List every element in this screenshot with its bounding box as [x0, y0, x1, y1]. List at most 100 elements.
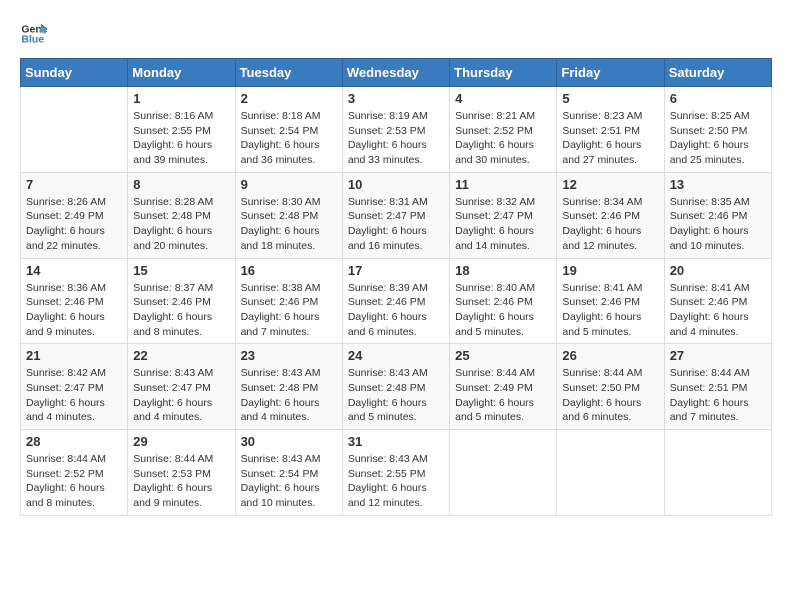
calendar-cell: 17 Sunrise: 8:39 AMSunset: 2:46 PMDayligh… — [342, 258, 449, 344]
day-of-week-wednesday: Wednesday — [342, 59, 449, 87]
day-info: Sunrise: 8:35 AMSunset: 2:46 PMDaylight:… — [670, 195, 766, 254]
calendar-week-row: 28Sunrise: 8:44 AMSunset: 2:52 PMDayligh… — [21, 430, 772, 516]
day-number: 25 — [455, 348, 551, 363]
day-info: Sunrise: 8:43 AMSunset: 2:48 PMDaylight:… — [348, 366, 444, 425]
day-number: 8 — [133, 177, 229, 192]
day-number: 18 — [455, 263, 551, 278]
day-info: Sunrise: 8:31 AMSunset: 2:47 PMDaylight:… — [348, 195, 444, 254]
day-info: Sunrise: 8:43 AMSunset: 2:47 PMDaylight:… — [133, 366, 229, 425]
day-info: Sunrise: 8:21 AMSunset: 2:52 PMDaylight:… — [455, 109, 551, 168]
day-number: 10 — [348, 177, 444, 192]
day-number: 1 — [133, 91, 229, 106]
day-info: Sunrise: 8:23 AMSunset: 2:51 PMDaylight:… — [562, 109, 658, 168]
day-info: Sunrise: 8:16 AMSunset: 2:55 PMDaylight:… — [133, 109, 229, 168]
calendar-cell: 14Sunrise: 8:36 AMSunset: 2:46 PMDayligh… — [21, 258, 128, 344]
day-info: Sunrise: 8:18 AMSunset: 2:54 PMDaylight:… — [241, 109, 337, 168]
calendar-table: SundayMondayTuesdayWednesdayThursdayFrid… — [20, 58, 772, 516]
day-info: Sunrise: 8:44 AMSunset: 2:50 PMDaylight:… — [562, 366, 658, 425]
day-number: 26 — [562, 348, 658, 363]
page-header: General Blue — [20, 20, 772, 48]
day-number: 20 — [670, 263, 766, 278]
day-number: 14 — [26, 263, 122, 278]
calendar-cell — [557, 430, 664, 516]
calendar-cell: 13Sunrise: 8:35 AMSunset: 2:46 PMDayligh… — [664, 172, 771, 258]
calendar-cell: 7 Sunrise: 8:26 AMSunset: 2:49 PMDaylight… — [21, 172, 128, 258]
day-number: 29 — [133, 434, 229, 449]
day-number: 28 — [26, 434, 122, 449]
calendar-cell: 4 Sunrise: 8:21 AMSunset: 2:52 PMDaylight… — [450, 87, 557, 173]
calendar-week-row: 21 Sunrise: 8:42 AMSunset: 2:47 PMDayligh… — [21, 344, 772, 430]
day-number: 7 — [26, 177, 122, 192]
calendar-week-row: 7 Sunrise: 8:26 AMSunset: 2:49 PMDaylight… — [21, 172, 772, 258]
calendar-cell: 20 Sunrise: 8:41 AMSunset: 2:46 PMDayligh… — [664, 258, 771, 344]
day-of-week-thursday: Thursday — [450, 59, 557, 87]
calendar-cell: 16 Sunrise: 8:38 AMSunset: 2:46 PMDayligh… — [235, 258, 342, 344]
calendar-header-row: SundayMondayTuesdayWednesdayThursdayFrid… — [21, 59, 772, 87]
day-number: 11 — [455, 177, 551, 192]
day-of-week-saturday: Saturday — [664, 59, 771, 87]
day-info: Sunrise: 8:34 AMSunset: 2:46 PMDaylight:… — [562, 195, 658, 254]
calendar-cell: 8 Sunrise: 8:28 AMSunset: 2:48 PMDaylight… — [128, 172, 235, 258]
calendar-cell: 18Sunrise: 8:40 AMSunset: 2:46 PMDayligh… — [450, 258, 557, 344]
day-number: 15 — [133, 263, 229, 278]
day-info: Sunrise: 8:38 AMSunset: 2:46 PMDaylight:… — [241, 281, 337, 340]
day-number: 5 — [562, 91, 658, 106]
day-info: Sunrise: 8:44 AMSunset: 2:53 PMDaylight:… — [133, 452, 229, 511]
day-info: Sunrise: 8:43 AMSunset: 2:55 PMDaylight:… — [348, 452, 444, 511]
day-info: Sunrise: 8:28 AMSunset: 2:48 PMDaylight:… — [133, 195, 229, 254]
day-info: Sunrise: 8:25 AMSunset: 2:50 PMDaylight:… — [670, 109, 766, 168]
day-info: Sunrise: 8:44 AMSunset: 2:49 PMDaylight:… — [455, 366, 551, 425]
calendar-cell: 24Sunrise: 8:43 AMSunset: 2:48 PMDayligh… — [342, 344, 449, 430]
calendar-cell: 15 Sunrise: 8:37 AMSunset: 2:46 PMDayligh… — [128, 258, 235, 344]
calendar-cell: 28Sunrise: 8:44 AMSunset: 2:52 PMDayligh… — [21, 430, 128, 516]
day-number: 22 — [133, 348, 229, 363]
calendar-cell: 10 Sunrise: 8:31 AMSunset: 2:47 PMDayligh… — [342, 172, 449, 258]
calendar-cell — [664, 430, 771, 516]
day-info: Sunrise: 8:42 AMSunset: 2:47 PMDaylight:… — [26, 366, 122, 425]
calendar-cell: 2 Sunrise: 8:18 AMSunset: 2:54 PMDaylight… — [235, 87, 342, 173]
day-info: Sunrise: 8:37 AMSunset: 2:46 PMDaylight:… — [133, 281, 229, 340]
day-of-week-tuesday: Tuesday — [235, 59, 342, 87]
day-number: 27 — [670, 348, 766, 363]
day-number: 17 — [348, 263, 444, 278]
calendar-cell: 27 Sunrise: 8:44 AMSunset: 2:51 PMDayligh… — [664, 344, 771, 430]
logo-icon: General Blue — [20, 20, 48, 48]
day-info: Sunrise: 8:39 AMSunset: 2:46 PMDaylight:… — [348, 281, 444, 340]
day-info: Sunrise: 8:30 AMSunset: 2:48 PMDaylight:… — [241, 195, 337, 254]
day-of-week-sunday: Sunday — [21, 59, 128, 87]
day-number: 2 — [241, 91, 337, 106]
calendar-cell: 6 Sunrise: 8:25 AMSunset: 2:50 PMDaylight… — [664, 87, 771, 173]
calendar-cell: 11 Sunrise: 8:32 AMSunset: 2:47 PMDayligh… — [450, 172, 557, 258]
calendar-cell — [450, 430, 557, 516]
day-info: Sunrise: 8:26 AMSunset: 2:49 PMDaylight:… — [26, 195, 122, 254]
day-number: 21 — [26, 348, 122, 363]
calendar-cell: 29 Sunrise: 8:44 AMSunset: 2:53 PMDayligh… — [128, 430, 235, 516]
logo: General Blue — [20, 20, 48, 48]
day-number: 12 — [562, 177, 658, 192]
calendar-cell: 31 Sunrise: 8:43 AMSunset: 2:55 PMDayligh… — [342, 430, 449, 516]
day-number: 31 — [348, 434, 444, 449]
day-number: 6 — [670, 91, 766, 106]
calendar-cell — [21, 87, 128, 173]
calendar-cell: 12 Sunrise: 8:34 AMSunset: 2:46 PMDayligh… — [557, 172, 664, 258]
calendar-cell: 22 Sunrise: 8:43 AMSunset: 2:47 PMDayligh… — [128, 344, 235, 430]
calendar-cell: 9 Sunrise: 8:30 AMSunset: 2:48 PMDaylight… — [235, 172, 342, 258]
day-number: 16 — [241, 263, 337, 278]
calendar-cell: 21 Sunrise: 8:42 AMSunset: 2:47 PMDayligh… — [21, 344, 128, 430]
day-number: 9 — [241, 177, 337, 192]
day-of-week-monday: Monday — [128, 59, 235, 87]
day-number: 3 — [348, 91, 444, 106]
day-info: Sunrise: 8:43 AMSunset: 2:48 PMDaylight:… — [241, 366, 337, 425]
day-number: 19 — [562, 263, 658, 278]
calendar-cell: 26 Sunrise: 8:44 AMSunset: 2:50 PMDayligh… — [557, 344, 664, 430]
day-number: 4 — [455, 91, 551, 106]
calendar-week-row: 14Sunrise: 8:36 AMSunset: 2:46 PMDayligh… — [21, 258, 772, 344]
day-info: Sunrise: 8:44 AMSunset: 2:51 PMDaylight:… — [670, 366, 766, 425]
svg-text:Blue: Blue — [21, 33, 44, 45]
day-number: 23 — [241, 348, 337, 363]
calendar-cell: 3Sunrise: 8:19 AMSunset: 2:53 PMDaylight… — [342, 87, 449, 173]
calendar-cell: 5 Sunrise: 8:23 AMSunset: 2:51 PMDaylight… — [557, 87, 664, 173]
calendar-cell: 19Sunrise: 8:41 AMSunset: 2:46 PMDayligh… — [557, 258, 664, 344]
day-info: Sunrise: 8:32 AMSunset: 2:47 PMDaylight:… — [455, 195, 551, 254]
day-info: Sunrise: 8:41 AMSunset: 2:46 PMDaylight:… — [670, 281, 766, 340]
